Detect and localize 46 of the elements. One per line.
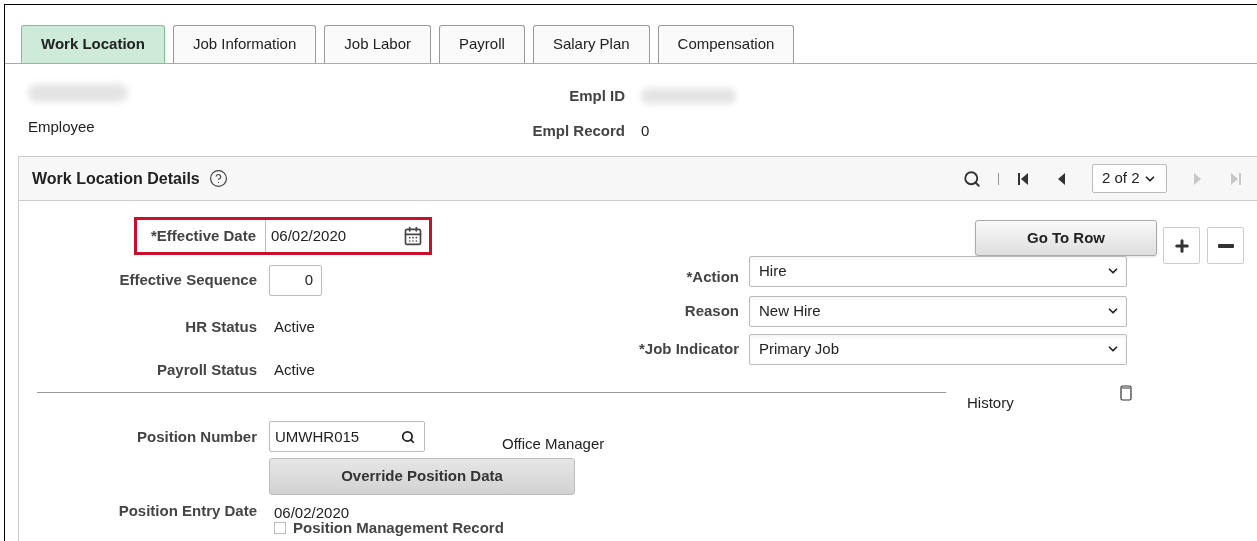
delete-row-button[interactable] [1207,227,1244,264]
history-label: History [967,393,1014,413]
tab[interactable]: Work Location [21,25,165,63]
empl-record-value: 0 [641,120,650,141]
panel-title: Work Location Details [32,168,200,189]
position-entry-date-label: Position Entry Date [117,503,257,519]
field-label: Reason [683,300,739,321]
effective-date-label: *Effective Date [149,225,256,246]
tab[interactable]: Compensation [657,25,795,63]
notepad-icon[interactable] [1119,385,1132,401]
row-select[interactable]: 2 of 2 [1092,164,1167,193]
tab[interactable]: Salary Plan [532,25,650,63]
employee-label: Employee [28,117,96,137]
tab[interactable]: Payroll [439,25,525,63]
override-position-data-button[interactable]: Override Position Data [269,458,575,495]
search-icon[interactable] [401,429,415,444]
effective-sequence-field[interactable]: 0 [269,265,322,296]
help-icon[interactable] [208,169,228,188]
search-icon[interactable] [963,169,981,188]
checkbox[interactable] [274,521,286,534]
effective-sequence-label: Effective Sequence [118,270,257,291]
payroll-status-value: Active [274,359,315,380]
dropdown-field[interactable]: Primary Job [749,333,1127,365]
position-entry-date-value: 06/02/2020 [274,505,351,520]
tab[interactable]: Job Information [172,25,317,63]
position-number-label: Position Number [136,426,257,447]
empl-id-label: Empl ID [568,86,625,106]
dropdown-field[interactable]: New Hire [749,295,1127,327]
checkbox-label: Position Management Record [293,520,504,535]
minus-icon [1217,243,1234,248]
tab[interactable]: Job Labor [324,25,431,63]
add-row-button[interactable] [1163,227,1200,264]
field-label: *Job Indicator [638,338,739,359]
go-to-row-button[interactable]: Go To Row [975,220,1157,256]
hr-status-value: Active [274,317,315,337]
position-number-field[interactable]: UMWHR015 [269,421,425,453]
first-page-icon[interactable] [1016,170,1030,187]
effective-date-field[interactable]: 06/02/2020 [265,220,429,252]
hr-status-label: HR Status [184,317,257,337]
calendar-icon[interactable] [403,226,423,246]
plus-icon [1172,236,1191,255]
position-title: Office Manager [502,433,605,454]
empl-record-label: Empl Record [531,120,625,141]
payroll-status-label: Payroll Status [155,359,257,380]
field-label: *Action [685,267,739,287]
dropdown-field[interactable]: Hire [749,255,1127,287]
